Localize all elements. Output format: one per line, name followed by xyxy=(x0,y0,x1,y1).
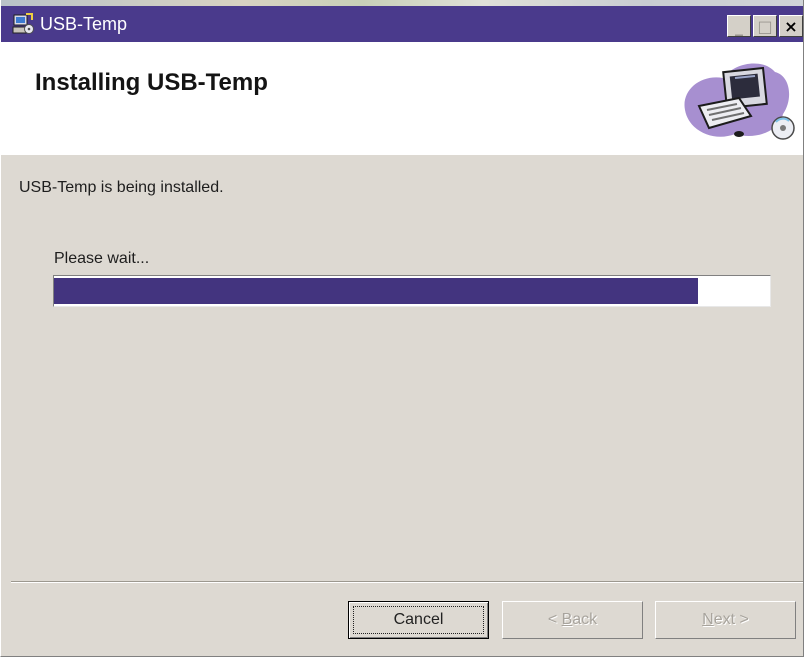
page-title: Installing USB-Temp xyxy=(35,69,268,96)
back-button-label: ack xyxy=(572,611,598,628)
installer-window: USB-Temp _ □ × Installing USB-Temp USB-T… xyxy=(0,0,804,657)
close-icon: × xyxy=(784,16,798,36)
header-panel: Installing USB-Temp xyxy=(1,42,803,155)
minimize-icon: _ xyxy=(735,16,743,36)
install-progress-bar xyxy=(53,275,771,307)
install-status-text: USB-Temp is being installed. xyxy=(19,179,224,196)
back-button-mnemonic: B xyxy=(561,611,573,628)
next-button[interactable]: Next > xyxy=(655,601,796,639)
back-button-prefix: < xyxy=(547,611,562,628)
please-wait-label: Please wait... xyxy=(54,250,150,267)
maximize-icon: □ xyxy=(757,16,773,36)
next-button-label: ext xyxy=(713,611,736,628)
next-button-suffix: > xyxy=(735,611,749,628)
installer-icon xyxy=(12,12,34,36)
cancel-button[interactable]: Cancel xyxy=(348,601,489,639)
close-button[interactable]: × xyxy=(779,15,803,37)
window-title: USB-Temp xyxy=(40,13,128,34)
minimize-button[interactable]: _ xyxy=(727,15,751,37)
focus-rectangle xyxy=(353,606,484,634)
title-bar[interactable]: USB-Temp _ □ × xyxy=(1,6,803,42)
header-divider xyxy=(1,154,803,155)
progress-fill xyxy=(54,278,699,304)
computer-cd-icon xyxy=(679,48,799,148)
maximize-button[interactable]: □ xyxy=(753,15,777,37)
window-controls: _ □ × xyxy=(727,15,803,37)
back-button[interactable]: < Back xyxy=(502,601,643,639)
next-button-mnemonic: N xyxy=(702,611,714,628)
footer-divider-highlight xyxy=(11,582,803,583)
